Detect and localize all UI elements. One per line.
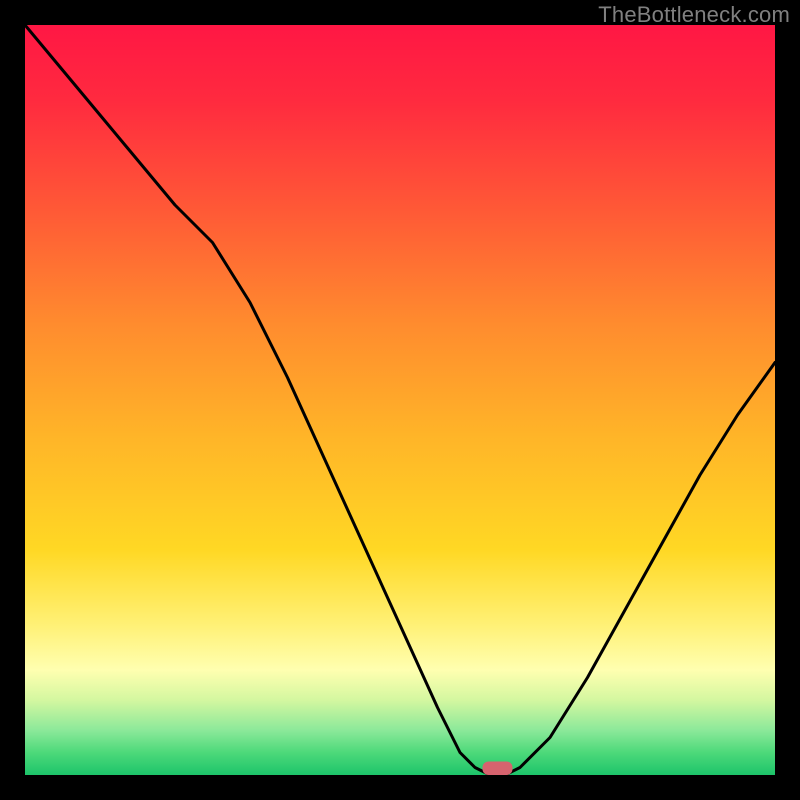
plot-area: [25, 25, 775, 775]
chart-svg: [25, 25, 775, 775]
gradient-background: [25, 25, 775, 775]
watermark-text: TheBottleneck.com: [598, 2, 790, 28]
chart-container: TheBottleneck.com: [0, 0, 800, 800]
optimum-marker: [483, 762, 513, 776]
